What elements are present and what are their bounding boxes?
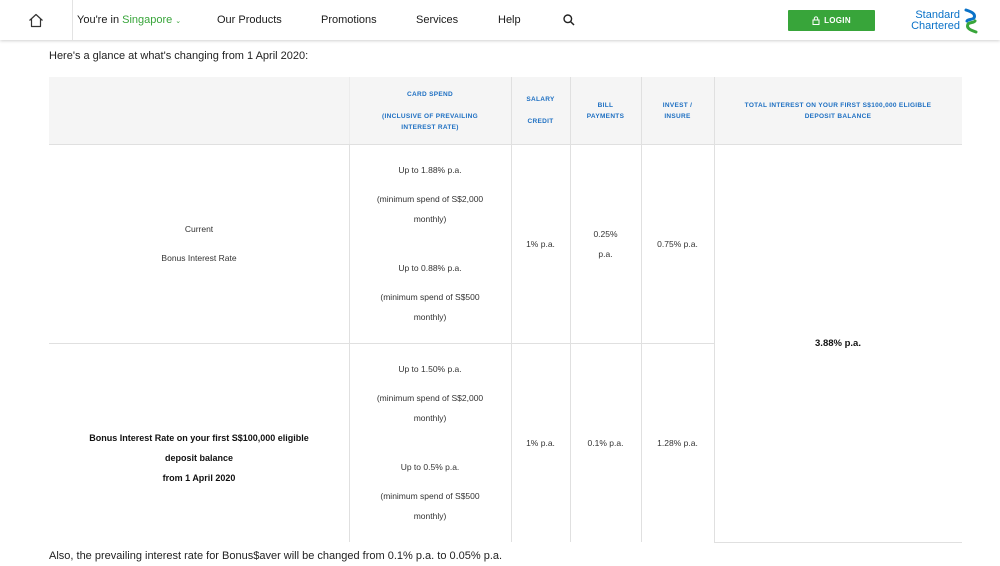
current-invest-insure: 0.75% p.a. bbox=[641, 144, 714, 343]
current-label-line-1: Current bbox=[184, 223, 214, 234]
table-divider bbox=[641, 77, 642, 542]
current-salary-credit: 1% p.a. bbox=[511, 144, 570, 343]
new-label-line-3: from 1 April 2020 bbox=[162, 472, 236, 483]
current-card-spend: Up to 1.88% p.a. (minimum spend of S$2,0… bbox=[349, 144, 511, 343]
current-card-tier-1-period: monthly) bbox=[413, 214, 447, 224]
header-card-spend-line-2: (INCLUSIVE OF PREVAILING bbox=[382, 112, 478, 120]
search-icon[interactable] bbox=[562, 13, 576, 27]
header-salary-line-1: SALARY bbox=[526, 96, 555, 103]
new-card-tier-1-condition: (minimum spend of S$2,000 bbox=[376, 393, 484, 403]
brand-logo-text[interactable]: Standard Chartered bbox=[906, 10, 960, 32]
current-card-tier-2-rate: Up to 0.88% p.a. bbox=[398, 263, 462, 273]
header-invest-line-1: INVEST / bbox=[662, 101, 693, 109]
current-salary-value: 1% p.a. bbox=[526, 238, 555, 249]
table-divider bbox=[349, 77, 350, 144]
header-card-spend-line-1: CARD SPEND bbox=[407, 90, 453, 98]
table-divider bbox=[511, 77, 512, 542]
current-bill-payments: 0.25% p.a. bbox=[570, 144, 641, 343]
new-rate-label: Bonus Interest Rate on your first S$100,… bbox=[49, 343, 349, 542]
logo-line-2: Chartered bbox=[911, 20, 960, 32]
new-card-tier-2-condition: (minimum spend of S$500 bbox=[380, 491, 480, 501]
new-invest-value: 1.28% p.a. bbox=[657, 437, 698, 448]
chevron-down-icon: ⌄ bbox=[175, 18, 182, 25]
current-label-line-2: Bonus Interest Rate bbox=[161, 252, 237, 263]
total-interest-cell: 3.88% p.a. bbox=[714, 144, 962, 542]
current-bill-value-line-1: 0.25% bbox=[593, 228, 618, 239]
new-salary-value: 1% p.a. bbox=[526, 437, 555, 448]
brand-logo-icon[interactable] bbox=[963, 8, 979, 34]
lock-icon bbox=[812, 16, 820, 25]
table-divider bbox=[49, 144, 962, 145]
top-navigation-bar: You're in Singapore ⌄ Our Products Promot… bbox=[0, 0, 1000, 40]
current-bill-value-line-2: p.a. bbox=[598, 248, 613, 259]
current-invest-value: 0.75% p.a. bbox=[657, 238, 698, 249]
nav-help[interactable]: Help bbox=[498, 0, 521, 40]
nav-our-products[interactable]: Our Products bbox=[217, 0, 282, 40]
new-bill-payments: 0.1% p.a. bbox=[570, 343, 641, 542]
header-card-spend-line-3: INTEREST RATE) bbox=[401, 123, 459, 131]
table-divider bbox=[714, 542, 962, 543]
header-bill-payments: BILL PAYMENTS bbox=[570, 77, 641, 144]
new-card-tier-1-period: monthly) bbox=[413, 413, 447, 423]
login-label: LOGIN bbox=[824, 16, 851, 25]
new-salary-credit: 1% p.a. bbox=[511, 343, 570, 542]
new-label-line-2: deposit balance bbox=[164, 452, 234, 463]
new-card-spend: Up to 1.50% p.a. (minimum spend of S$2,0… bbox=[349, 343, 511, 542]
header-total-line-1: TOTAL INTEREST ON YOUR FIRST S$100,000 E… bbox=[744, 101, 932, 109]
header-invest-line-2: INSURE bbox=[664, 112, 691, 120]
current-card-tier-1-condition: (minimum spend of S$2,000 bbox=[376, 194, 484, 204]
login-button[interactable]: LOGIN bbox=[788, 10, 875, 31]
header-total-interest: TOTAL INTEREST ON YOUR FIRST S$100,000 E… bbox=[714, 77, 962, 144]
new-invest-insure: 1.28% p.a. bbox=[641, 343, 714, 542]
intro-text: Here's a glance at what's changing from … bbox=[49, 50, 309, 62]
total-interest-value: 3.88% p.a. bbox=[815, 337, 861, 349]
new-card-tier-2-period: monthly) bbox=[413, 511, 447, 521]
header-salary-credit: SALARY CREDIT bbox=[511, 77, 570, 144]
header-salary-line-2: CREDIT bbox=[527, 118, 554, 125]
location-name: Singapore bbox=[122, 14, 173, 26]
new-card-tier-1-rate: Up to 1.50% p.a. bbox=[398, 364, 462, 374]
current-card-tier-2-period: monthly) bbox=[413, 312, 447, 322]
new-card-tier-2-rate: Up to 0.5% p.a. bbox=[400, 462, 460, 472]
current-card-tier-1-rate: Up to 1.88% p.a. bbox=[398, 165, 462, 175]
home-icon bbox=[29, 13, 43, 27]
header-invest-insure: INVEST / INSURE bbox=[641, 77, 714, 144]
new-label-line-1: Bonus Interest Rate on your first S$100,… bbox=[89, 432, 309, 443]
table-divider bbox=[570, 77, 571, 542]
nav-services[interactable]: Services bbox=[416, 0, 458, 40]
footnote-text: Also, the prevailing interest rate for B… bbox=[49, 550, 503, 562]
current-card-tier-2-condition: (minimum spend of S$500 bbox=[380, 292, 480, 302]
header-bill-line-1: BILL bbox=[597, 101, 614, 109]
header-card-spend: CARD SPEND (INCLUSIVE OF PREVAILING INTE… bbox=[349, 77, 511, 144]
home-button[interactable] bbox=[0, 0, 73, 40]
table-divider bbox=[714, 77, 715, 542]
header-total-line-2: DEPOSIT BALANCE bbox=[804, 112, 872, 120]
current-rate-label: Current Bonus Interest Rate bbox=[49, 144, 349, 343]
location-prefix: You're in bbox=[77, 14, 120, 26]
new-bill-value: 0.1% p.a. bbox=[587, 437, 624, 448]
table-divider bbox=[49, 343, 714, 344]
nav-promotions[interactable]: Promotions bbox=[321, 0, 377, 40]
location-selector[interactable]: You're in Singapore ⌄ bbox=[77, 0, 181, 40]
header-bill-line-2: PAYMENTS bbox=[586, 112, 625, 120]
